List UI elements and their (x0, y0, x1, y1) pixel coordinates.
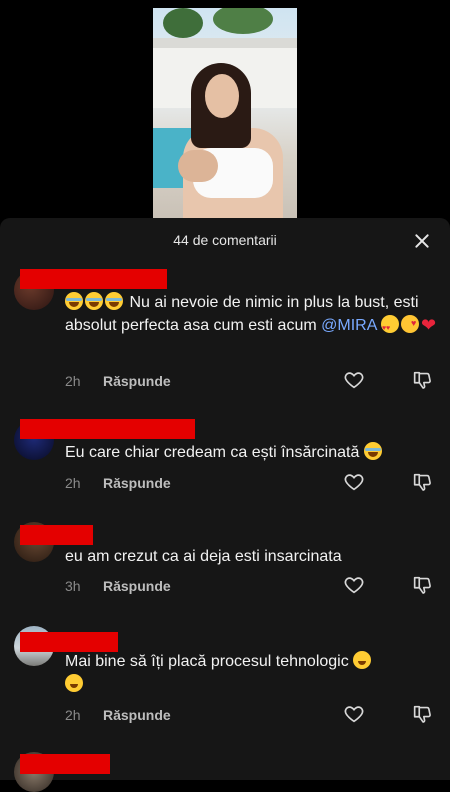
reply-button[interactable]: Răspunde (103, 707, 171, 723)
comment-item: Eu care chiar credeam ca ești însărcinat… (0, 416, 450, 501)
close-icon[interactable] (412, 231, 432, 251)
comments-count-title: 44 de comentarii (173, 232, 277, 248)
smiling-hearts-emoji-icon (400, 312, 419, 335)
redacted-username[interactable] (20, 754, 110, 774)
comment-item: Nu ai nevoie de nimic in plus la bust, e… (0, 266, 450, 391)
grinning-emoji-icon (65, 674, 83, 692)
red-heart-emoji-icon: ❤ (420, 315, 437, 335)
heart-outline-icon[interactable] (343, 574, 365, 596)
reply-button[interactable]: Răspunde (103, 475, 171, 491)
heart-outline-icon[interactable] (343, 369, 365, 391)
comment-body: eu am crezut ca ai deja esti insarcinata (65, 548, 342, 565)
laughing-emoji-icon (363, 442, 382, 460)
thumb-down-outline-icon[interactable] (411, 471, 433, 493)
comment-time: 2h (65, 707, 81, 723)
person-face (205, 74, 239, 118)
person-hand (178, 150, 218, 182)
laughing-emoji-icon (85, 292, 103, 310)
comment-text: Eu care chiar credeam ca ești însărcinat… (65, 441, 440, 464)
comment-body: Mai bine să îți placă procesul tehnologi… (65, 653, 349, 670)
grinning-emoji-icon (353, 651, 372, 669)
redacted-username[interactable] (20, 269, 167, 289)
thumb-down-outline-icon[interactable] (411, 369, 433, 391)
villa-roof (153, 38, 297, 48)
comment-text: Nu ai nevoie de nimic in plus la bust, e… (65, 291, 440, 340)
heart-eyes-emoji-icon (380, 315, 399, 340)
heart-outline-icon[interactable] (343, 703, 365, 725)
reply-button[interactable]: Răspunde (103, 578, 171, 594)
comment-item: eu am crezut ca ai deja esti insarcinata… (0, 520, 450, 605)
comment-time: 3h (65, 578, 81, 594)
comment-time: 2h (65, 373, 81, 389)
laughing-emoji-icon (105, 292, 123, 310)
comments-sheet: 44 de comentarii Nu ai nevoie de nimic i… (0, 218, 450, 792)
redacted-username[interactable] (20, 632, 118, 652)
thumb-down-outline-icon[interactable] (411, 703, 433, 725)
comment-text: eu am crezut ca ai deja esti insarcinata (65, 545, 440, 568)
laughing-emoji-icon (65, 292, 83, 310)
comment-item (0, 748, 450, 792)
reply-button[interactable]: Răspunde (103, 373, 171, 389)
comment-body: Eu care chiar credeam ca ești însărcinat… (65, 444, 360, 461)
heart-outline-icon[interactable] (343, 471, 365, 493)
video-thumbnail[interactable] (153, 8, 297, 220)
redacted-username[interactable] (20, 525, 93, 545)
palm-tree (213, 8, 273, 34)
comment-item: Mai bine să îți placă procesul tehnologi… (0, 622, 450, 737)
redacted-username[interactable] (20, 419, 195, 439)
mention-link[interactable]: @MIRA (321, 317, 376, 334)
thumb-down-outline-icon[interactable] (411, 574, 433, 596)
comment-text: Mai bine să îți placă procesul tehnologi… (65, 650, 440, 696)
comment-time: 2h (65, 475, 81, 491)
palm-tree (163, 8, 203, 38)
